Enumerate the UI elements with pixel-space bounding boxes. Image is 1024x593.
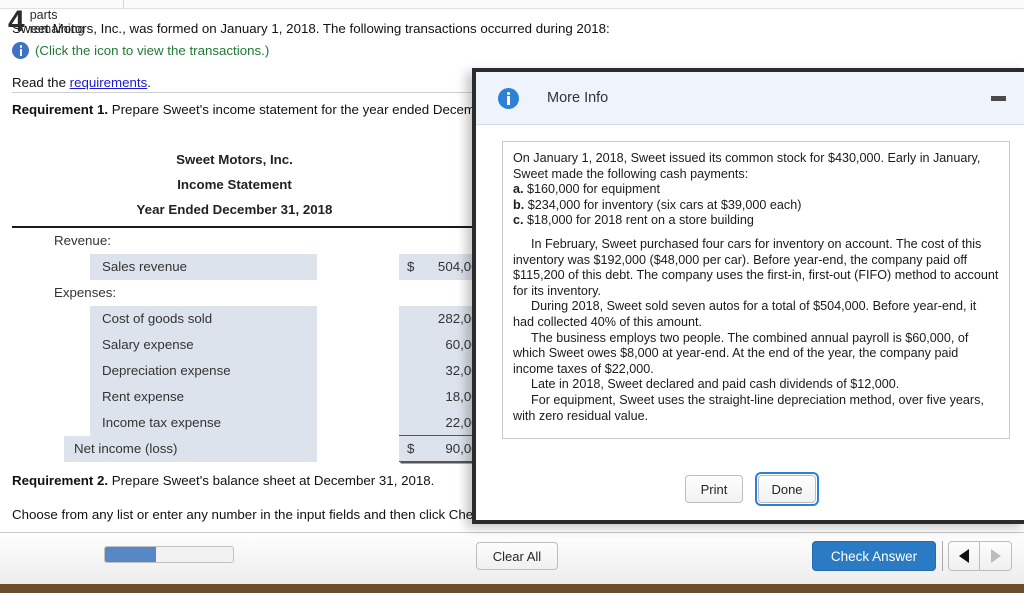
table-row: Cost of goods sold 282,000 <box>12 306 495 332</box>
top-bar-divider <box>123 0 124 9</box>
cogs-label[interactable]: Cost of goods sold <box>90 306 317 332</box>
print-button[interactable]: Print <box>685 475 743 503</box>
nav-separator <box>942 541 943 571</box>
statement-section-header: Revenue: <box>12 228 472 254</box>
done-button[interactable]: Done <box>758 475 816 503</box>
triangle-right-icon <box>990 549 1001 563</box>
choose-hint: Choose from any list or enter any number… <box>0 506 549 523</box>
table-row: Income tax expense 22,000 <box>12 410 495 436</box>
parts-remaining-count: 4 <box>8 5 25 38</box>
read-suffix: . <box>147 75 151 90</box>
progress-bar <box>104 546 234 563</box>
table-row: Net income (loss) $90,000 <box>12 436 495 462</box>
previous-part-button[interactable] <box>948 541 980 571</box>
problem-prompt-text: Sweet Motors, Inc., was formed on Januar… <box>12 21 610 36</box>
app-screen: Sweet Motors, Inc., was formed on Januar… <box>0 0 1024 593</box>
read-requirements-text: Read the requirements. <box>0 74 163 91</box>
info-icon <box>498 87 519 109</box>
clear-all-button[interactable]: Clear All <box>476 542 558 570</box>
table-row: Salary expense 60,000 <box>12 332 495 358</box>
problem-prompt: Sweet Motors, Inc., was formed on Januar… <box>0 20 622 37</box>
income-tax-expense-label[interactable]: Income tax expense <box>90 410 317 436</box>
read-requirements-line: Read the requirements. <box>0 74 163 91</box>
requirement-2-label: Requirement 2. <box>12 473 109 488</box>
requirement-2-text: Requirement 2. Prepare Sweet's balance s… <box>0 472 446 489</box>
bullet-text: $18,000 for 2018 rent on a store buildin… <box>523 213 754 228</box>
check-answer-button[interactable]: Check Answer <box>812 541 936 571</box>
currency-symbol: $ <box>407 259 415 274</box>
table-row: Sales revenue $504,000 <box>12 254 495 280</box>
transactions-icon-line[interactable]: (Click the icon to view the transactions… <box>0 42 281 59</box>
next-part-button[interactable] <box>980 541 1012 571</box>
footer-strip <box>0 584 1024 593</box>
statement-period: Year Ended December 31, 2018 <box>136 202 333 217</box>
bullet-marker: c. <box>513 213 524 228</box>
currency-symbol: $ <box>407 441 415 456</box>
depreciation-expense-label[interactable]: Depreciation expense <box>90 358 317 384</box>
expenses-header-label: Expenses: <box>54 285 117 300</box>
income-statement: Sweet Motors, Inc. Income Statement Year… <box>12 147 495 462</box>
requirement-2-block: Requirement 2. Prepare Sweet's balance s… <box>0 472 446 489</box>
modal-paragraph: Late in 2018, Sweet declared and paid ca… <box>531 377 900 392</box>
dialog-footer: Print Done <box>476 458 1024 520</box>
table-row: Rent expense 18,000 <box>12 384 495 410</box>
parts-remaining-label: parts remaining <box>30 8 85 36</box>
requirements-link[interactable]: requirements <box>70 75 148 90</box>
progress-bar-fill <box>105 547 157 562</box>
modal-bullet-b: b. $234,000 for inventory (six cars at $… <box>513 198 999 214</box>
choose-hint-text: Choose from any list or enter any number… <box>12 507 537 522</box>
table-row: Depreciation expense 32,000 <box>12 358 495 384</box>
modal-paragraph: For equipment, Sweet uses the straight-l… <box>513 392 984 423</box>
dialog-body: On January 1, 2018, Sweet issued its com… <box>476 125 1024 439</box>
bullet-text: $234,000 for inventory (six cars at $39,… <box>524 197 802 212</box>
statement-company: Sweet Motors, Inc. <box>176 152 293 167</box>
statement-title: Income Statement <box>177 177 292 192</box>
modal-paragraph: The business employs two people. The com… <box>513 330 969 376</box>
transactions-text-box: On January 1, 2018, Sweet issued its com… <box>502 141 1010 439</box>
bullet-text: $160,000 for equipment <box>523 182 661 197</box>
revenue-header-label: Revenue: <box>54 233 111 248</box>
parts-label-line2: remaining <box>29 22 85 36</box>
modal-bullet-c: c. $18,000 for 2018 rent on a store buil… <box>513 213 999 229</box>
minimize-icon[interactable] <box>991 96 1006 101</box>
triangle-left-icon <box>959 549 969 563</box>
bullet-marker: b. <box>513 197 525 212</box>
modal-paragraph: In February, Sweet purchased four cars f… <box>513 236 999 298</box>
info-icon[interactable] <box>12 42 29 59</box>
bullet-marker: a. <box>513 182 524 197</box>
read-prefix: Read the <box>12 75 70 90</box>
requirement-1-label: Requirement 1. <box>12 102 109 117</box>
sales-revenue-label[interactable]: Sales revenue <box>90 254 317 280</box>
done-button-focus-ring: Done <box>755 472 819 506</box>
modal-bullet-a: a. $160,000 for equipment <box>513 182 999 198</box>
top-bar <box>0 0 1024 9</box>
statement-section-header: Expenses: <box>12 280 472 306</box>
dialog-header: More Info <box>476 72 1024 125</box>
salary-expense-label[interactable]: Salary expense <box>90 332 317 358</box>
more-info-dialog: More Info On January 1, 2018, Sweet issu… <box>472 68 1024 524</box>
parts-label-line1: parts <box>29 8 58 22</box>
parts-remaining: 4 parts remaining <box>8 7 85 37</box>
rent-expense-label[interactable]: Rent expense <box>90 384 317 410</box>
net-income-label[interactable]: Net income (loss) <box>64 436 317 462</box>
dialog-title: More Info <box>547 90 609 106</box>
transactions-link-label[interactable]: (Click the icon to view the transactions… <box>35 43 269 58</box>
modal-paragraph: During 2018, Sweet sold seven autos for … <box>513 299 977 329</box>
requirement-2-body: Prepare Sweet's balance sheet at Decembe… <box>108 473 435 488</box>
modal-paragraph: On January 1, 2018, Sweet issued its com… <box>513 151 981 181</box>
